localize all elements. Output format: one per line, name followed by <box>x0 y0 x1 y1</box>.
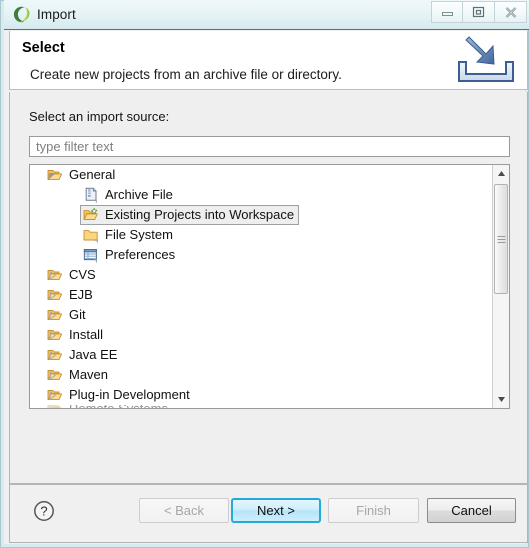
back-button[interactable]: < Back <box>139 498 229 523</box>
tree-item-preferences[interactable]: Preferences <box>30 245 492 265</box>
cancel-button[interactable]: Cancel <box>427 498 516 523</box>
tree-scrollbar[interactable] <box>492 165 509 408</box>
tree-item-archive-file[interactable]: Archive File <box>30 185 492 205</box>
dialog-button-bar: ? < Back Next > Finish Cancel <box>9 484 528 543</box>
minimize-icon <box>441 11 453 16</box>
archive-file-icon <box>85 187 97 203</box>
scrollbar-thumb[interactable] <box>494 184 508 294</box>
existing-projects-icon <box>83 207 98 220</box>
tree-item-label: General <box>69 167 116 182</box>
tree-item-install[interactable]: Install <box>30 325 492 345</box>
tree-twisty-none <box>46 189 58 201</box>
chevron-right-icon[interactable] <box>46 289 58 301</box>
tree-twisty-none <box>46 249 58 261</box>
tree-rows-container: General Archive File Existing Projects int… <box>30 165 492 408</box>
scroll-up-arrow-icon <box>497 171 505 176</box>
tree-item-general[interactable]: General <box>30 165 492 185</box>
chevron-right-icon[interactable] <box>46 309 58 321</box>
collapsed-triangle-icon <box>49 405 55 408</box>
tree-item-label: Plug-in Development <box>69 387 190 402</box>
tree-item-label: Maven <box>69 367 109 382</box>
scroll-down-arrow-icon <box>497 397 505 402</box>
wizard-header: Select Create new projects from an archi… <box>9 31 528 90</box>
tree-item-maven[interactable]: Maven <box>30 365 492 385</box>
collapsed-triangle-icon <box>49 370 56 380</box>
page-description: Create new projects from an archive file… <box>30 67 342 82</box>
tree-item-content: Preferences <box>80 245 180 265</box>
collapsed-triangle-icon <box>49 330 56 340</box>
help-question-icon: ? <box>34 501 54 521</box>
import-dialog-window: Import Select Create new projects from a… <box>0 0 529 548</box>
tree-item-content: Remote Systems <box>44 405 173 408</box>
tree-item-label: Existing Projects into Workspace <box>105 207 295 222</box>
tree-item-java-ee[interactable]: Java EE <box>30 345 492 365</box>
tree-item-content: File System <box>80 225 178 245</box>
expanded-triangle-icon <box>48 172 56 179</box>
close-icon <box>505 6 516 18</box>
svg-text:?: ? <box>40 504 47 519</box>
tree-item-file-system[interactable]: File System <box>30 225 492 245</box>
title-bar: Import <box>4 0 529 30</box>
eclipse-logo-icon <box>13 6 30 23</box>
next-button[interactable]: Next > <box>231 498 321 523</box>
page-title: Select <box>22 40 65 56</box>
tree-item-label: Install <box>69 327 103 342</box>
tree-item-ejb[interactable]: EJB <box>30 285 492 305</box>
tree-item-label: Git <box>69 307 86 322</box>
collapsed-triangle-icon <box>49 310 56 320</box>
wizard-body: Select an import source: General Archive … <box>9 92 528 484</box>
tree-item-content: Existing Projects into Workspace <box>80 205 300 225</box>
scrollbar-grip-icon <box>497 235 505 243</box>
tree-twisty-none <box>46 229 58 241</box>
tree-item-label: CVS <box>69 267 96 282</box>
scroll-down-button[interactable] <box>493 391 509 408</box>
collapsed-triangle-icon <box>49 350 56 360</box>
restore-button[interactable] <box>463 1 495 23</box>
collapsed-triangle-icon <box>49 390 56 400</box>
chevron-right-icon[interactable] <box>46 369 58 381</box>
chevron-down-icon[interactable] <box>46 169 58 181</box>
chevron-right-icon[interactable] <box>46 269 58 281</box>
title-bar-left: Import <box>13 0 76 29</box>
tree-item-cvs[interactable]: CVS <box>30 265 492 285</box>
tree-twisty-none <box>46 209 58 221</box>
tree-item-label: Preferences <box>105 247 176 262</box>
tree-item-content: Archive File <box>80 185 178 205</box>
filter-input[interactable] <box>29 136 510 157</box>
tree-item-plug-in-development[interactable]: Plug-in Development <box>30 385 492 405</box>
scroll-up-button[interactable] <box>493 165 509 182</box>
tree-item-label: File System <box>105 227 173 242</box>
window-controls <box>431 1 527 25</box>
window-title: Import <box>37 7 76 22</box>
file-system-folder-icon <box>83 230 98 243</box>
chevron-right-icon[interactable] <box>46 389 58 401</box>
import-wizard-icon <box>458 36 514 82</box>
tree-item-label: Archive File <box>105 187 173 202</box>
tree-item-label: EJB <box>69 287 93 302</box>
collapsed-triangle-icon <box>49 290 56 300</box>
chevron-right-icon[interactable] <box>46 405 58 408</box>
minimize-button[interactable] <box>431 1 463 23</box>
import-source-label: Select an import source: <box>29 109 170 124</box>
preferences-icon <box>83 249 97 263</box>
tree-item-existing-projects-into-workspace[interactable]: Existing Projects into Workspace <box>30 205 492 225</box>
chevron-right-icon[interactable] <box>46 349 58 361</box>
finish-button[interactable]: Finish <box>328 498 419 523</box>
tree-item-content: Plug-in Development <box>44 385 195 405</box>
tree-item-remote-systems[interactable]: Remote Systems <box>30 405 492 408</box>
help-button[interactable]: ? <box>32 499 56 523</box>
close-button[interactable] <box>495 1 527 23</box>
import-source-tree[interactable]: General Archive File Existing Projects int… <box>29 164 510 409</box>
collapsed-triangle-icon <box>49 270 56 280</box>
tree-item-git[interactable]: Git <box>30 305 492 325</box>
chevron-right-icon[interactable] <box>46 329 58 341</box>
restore-icon <box>472 6 485 18</box>
tree-item-label: Java EE <box>69 347 118 362</box>
tree-item-label: Remote Systems <box>69 405 168 408</box>
